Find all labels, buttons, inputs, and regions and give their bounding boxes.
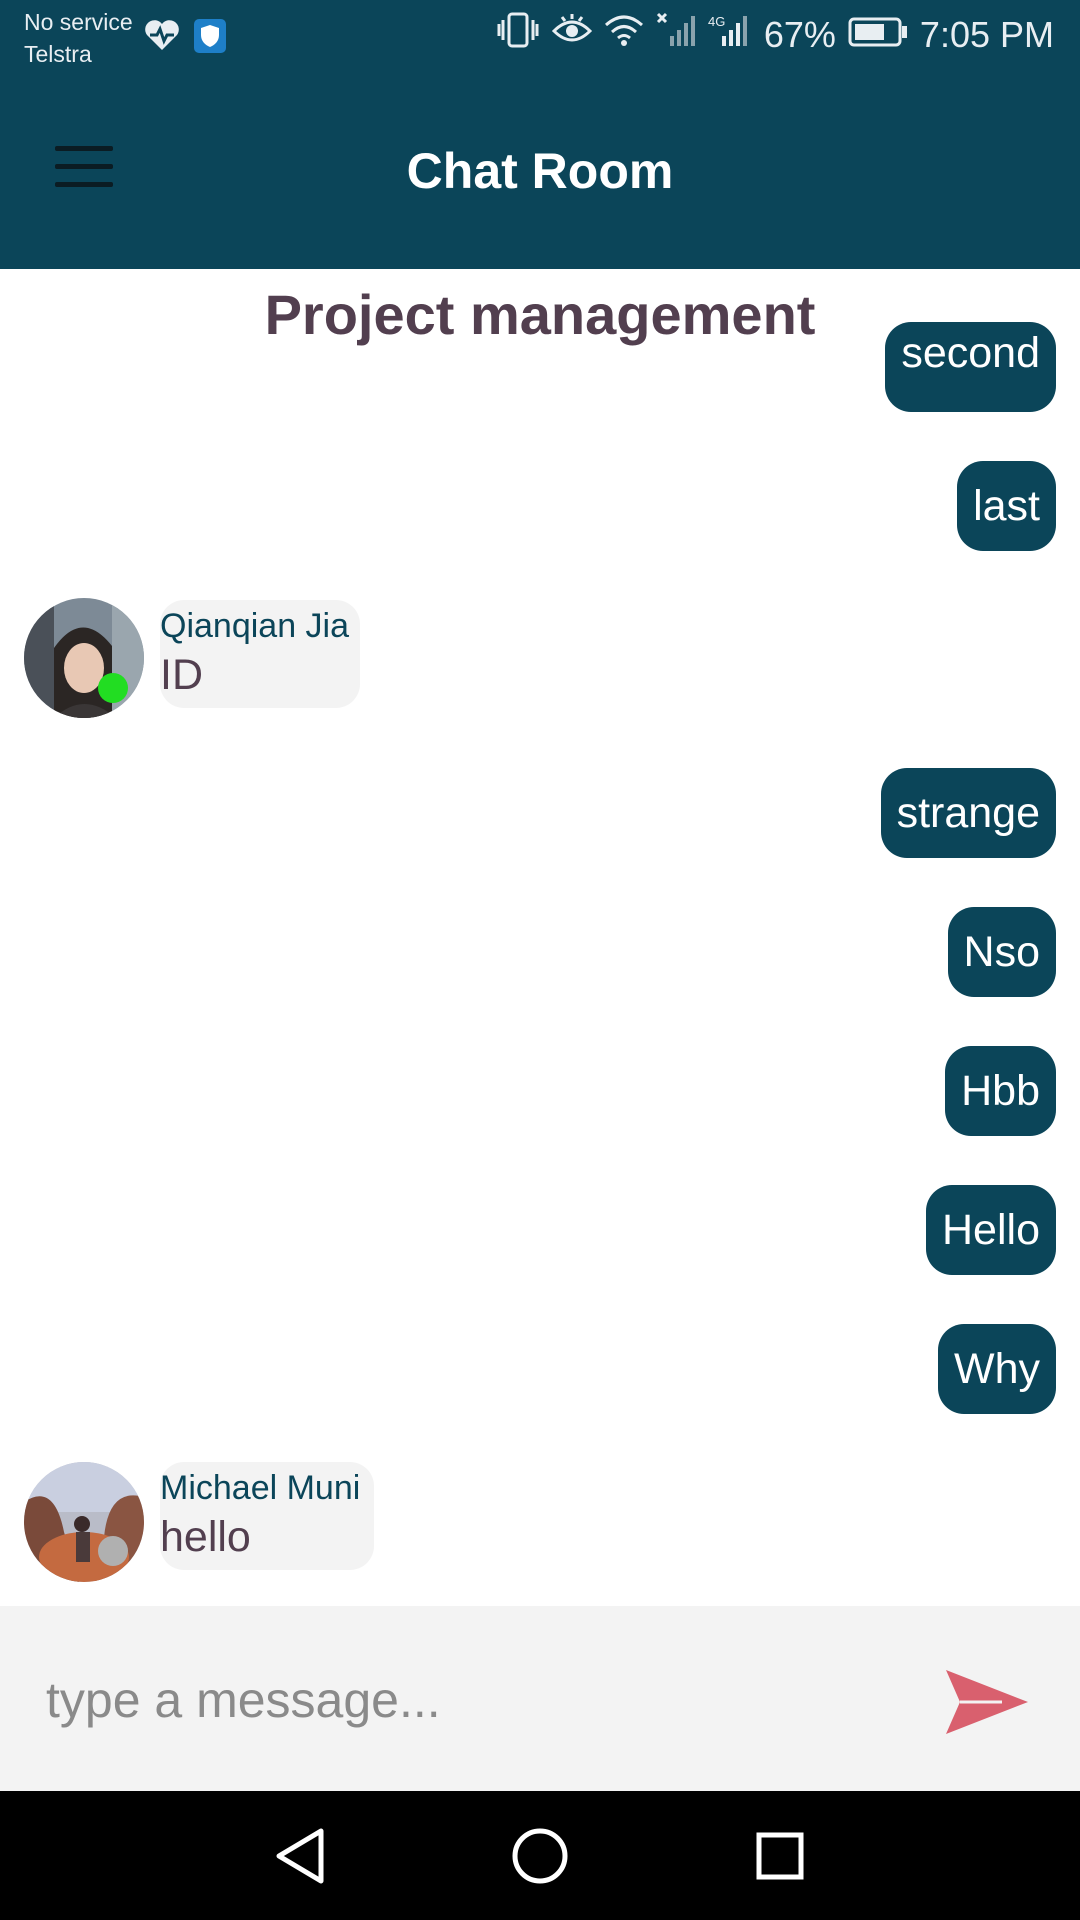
eye-icon: [551, 13, 592, 56]
outgoing-message: second: [885, 322, 1056, 412]
message-text: Hello: [942, 1206, 1040, 1254]
outgoing-message: Hello: [926, 1185, 1056, 1275]
status-bar: No service Telstra 4G 67% 7:05 PM: [0, 0, 1080, 76]
system-nav-bar: [0, 1791, 1080, 1920]
clock: 7:05 PM: [919, 13, 1054, 55]
carrier-name: Telstra: [24, 41, 92, 67]
shield-icon: [193, 18, 227, 59]
battery-percent: 67%: [763, 13, 836, 55]
offline-status-indicator: [98, 1536, 128, 1566]
heart-rate-icon: [143, 18, 181, 59]
wifi-icon: [604, 13, 644, 56]
online-status-indicator: [98, 673, 128, 703]
app-bar: Chat Room: [0, 76, 1080, 269]
outgoing-message: Hbb: [945, 1046, 1056, 1136]
message-input[interactable]: [44, 1654, 908, 1746]
vibrate-icon: [496, 12, 540, 57]
message-bubble: Michael Muni hello: [160, 1462, 374, 1570]
message-text: hello: [160, 1513, 251, 1561]
message-composer: [0, 1606, 1080, 1791]
outgoing-message: strange: [880, 768, 1056, 858]
app-title: Chat Room: [406, 143, 674, 199]
outgoing-message: last: [957, 461, 1056, 551]
message-text: last: [973, 482, 1040, 530]
outgoing-message: Nso: [947, 907, 1056, 997]
message-text: ID: [160, 651, 203, 699]
sender-name: Qianqian Jia: [160, 607, 350, 645]
carrier-info: No service Telstra: [24, 6, 133, 70]
service-status: No service: [24, 9, 133, 35]
message-text: Nso: [963, 928, 1040, 976]
avatar[interactable]: [24, 1462, 144, 1582]
message-text: strange: [896, 789, 1040, 837]
home-icon[interactable]: [505, 1821, 575, 1891]
outgoing-message: Why: [938, 1324, 1056, 1414]
back-icon[interactable]: [265, 1821, 335, 1891]
message-text: Why: [954, 1345, 1040, 1393]
send-icon[interactable]: [942, 1662, 1032, 1742]
message-text: Hbb: [961, 1067, 1040, 1115]
avatar[interactable]: [24, 598, 144, 718]
signal-icon: [656, 12, 696, 57]
svg-text:4G: 4G: [708, 14, 725, 29]
message-bubble: Qianqian Jia ID: [160, 600, 360, 708]
battery-icon: [848, 14, 908, 56]
sender-name: Michael Muni: [160, 1469, 361, 1507]
signal-4g-icon: 4G: [708, 12, 752, 57]
message-text: second: [901, 329, 1040, 377]
recents-icon[interactable]: [745, 1821, 815, 1891]
